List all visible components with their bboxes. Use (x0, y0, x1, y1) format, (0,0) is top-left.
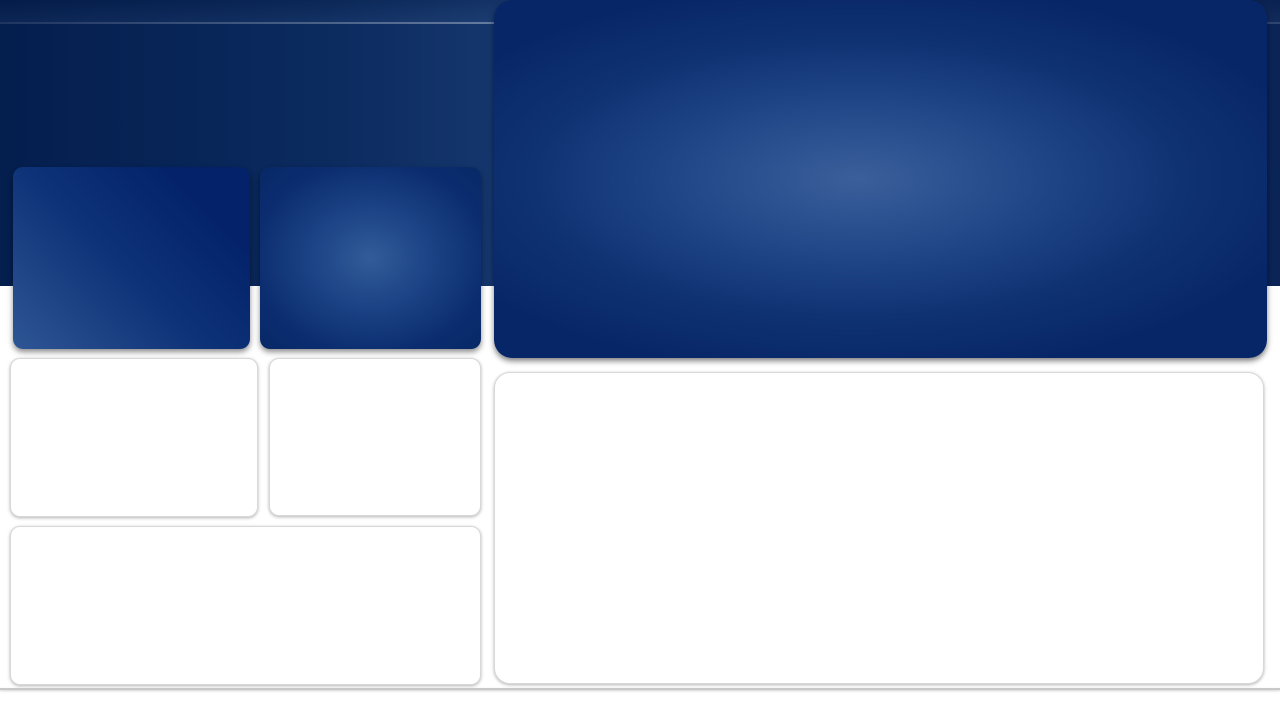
featured-panel[interactable] (494, 0, 1267, 358)
content-card-1 (10, 358, 258, 517)
content-card-3 (10, 526, 481, 685)
content-card-2 (269, 358, 481, 516)
main-content-card (494, 372, 1264, 684)
footer-divider (0, 688, 1280, 690)
feature-tile-2[interactable] (260, 167, 481, 349)
feature-tile-1[interactable] (13, 167, 250, 349)
